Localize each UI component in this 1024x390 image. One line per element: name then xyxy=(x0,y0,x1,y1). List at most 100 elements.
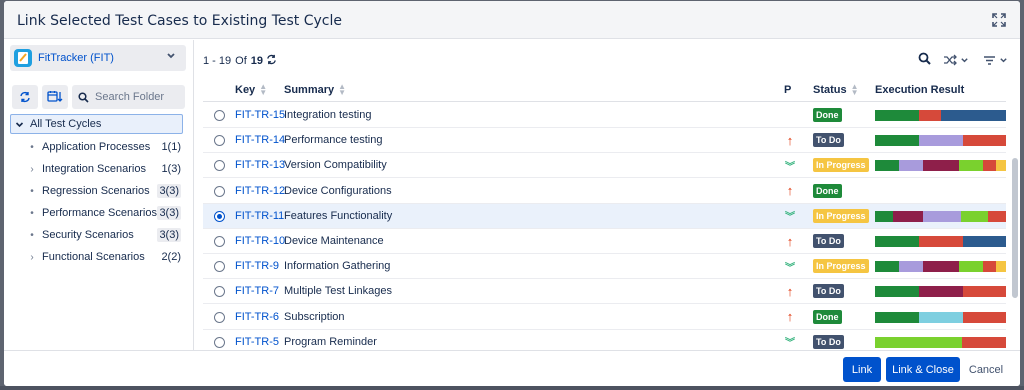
shuffle-columns-button[interactable] xyxy=(943,54,969,66)
row-key-link[interactable]: FIT-TR-11 xyxy=(235,210,284,222)
row-radio[interactable] xyxy=(214,110,225,121)
row-radio[interactable] xyxy=(214,236,225,247)
status-badge: In Progress xyxy=(813,158,869,173)
tree-item[interactable]: • Application Processes 1(1) xyxy=(26,137,181,157)
scrollbar-thumb[interactable] xyxy=(1012,158,1018,298)
priority-low-icon: ︾ xyxy=(785,212,795,224)
link-close-button[interactable]: Link & Close xyxy=(886,357,960,382)
table-row[interactable]: FIT-TR-13 Version Compatibility ︾ In Progre… xyxy=(203,153,1006,179)
table-scrollbar[interactable] xyxy=(1012,78,1018,350)
project-icon xyxy=(14,49,32,67)
refresh-icon xyxy=(20,91,30,103)
status-badge: To Do xyxy=(813,334,844,349)
tree-item[interactable]: • Security Scenarios 3(3) xyxy=(26,225,181,245)
refresh-folders-button[interactable] xyxy=(12,85,38,109)
chevron-right-icon[interactable]: › xyxy=(26,252,38,263)
execution-segment xyxy=(898,160,923,172)
tree-item[interactable]: › Integration Scenarios 1(3) xyxy=(26,159,181,179)
tree-item[interactable]: • Regression Scenarios 3(3) xyxy=(26,181,181,201)
row-key-link[interactable]: FIT-TR-5 xyxy=(235,336,279,348)
table-row[interactable]: FIT-TR-9 Information Gathering ︾ In Progres… xyxy=(203,254,1006,280)
row-key-link[interactable]: FIT-TR-7 xyxy=(235,285,279,297)
column-execution-result[interactable]: Execution Result xyxy=(875,84,964,96)
row-key-link[interactable]: FIT-TR-12 xyxy=(235,185,285,197)
table-row[interactable]: FIT-TR-15 Integration testing Done xyxy=(203,103,1006,128)
search-icon[interactable] xyxy=(918,52,931,68)
column-key[interactable]: Key ▲ ▼ xyxy=(235,83,267,97)
execution-result-bar xyxy=(875,110,1006,121)
row-summary: Subscription xyxy=(284,310,345,323)
tree-item-count: 3(3) xyxy=(157,206,181,220)
table-row[interactable]: FIT-TR-14 Performance testing ↑ To Do xyxy=(203,128,1006,154)
search-folder-field[interactable] xyxy=(72,85,185,109)
tree-item[interactable]: • Performance Scenarios 3(3) xyxy=(26,203,181,223)
bullet-icon: • xyxy=(30,207,34,219)
row-radio[interactable] xyxy=(214,336,225,348)
tree-item-label: Security Scenarios xyxy=(42,229,134,241)
execution-segment xyxy=(918,236,964,247)
link-button[interactable]: Link xyxy=(843,357,881,382)
column-priority[interactable]: P xyxy=(784,84,791,96)
row-radio[interactable] xyxy=(214,311,225,323)
status-badge: Done xyxy=(813,183,842,198)
row-radio[interactable] xyxy=(214,286,225,298)
execution-segment xyxy=(960,210,989,222)
tree-item-count: 3(3) xyxy=(157,228,181,242)
execution-segment xyxy=(875,286,919,298)
execution-segment xyxy=(898,261,923,273)
execution-result-bar xyxy=(875,210,1006,222)
calendar-sort-button[interactable] xyxy=(42,85,68,109)
table-row[interactable]: FIT-TR-12 Device Configurations ↑ Done xyxy=(203,179,1006,204)
row-key-link[interactable]: FIT-TR-15 xyxy=(235,109,285,121)
row-key-link[interactable]: FIT-TR-10 xyxy=(235,235,285,247)
background-strip xyxy=(0,386,1024,390)
execution-segment xyxy=(983,160,997,172)
column-status[interactable]: Status ▲ ▼ xyxy=(813,83,859,97)
tree-item-count: 3(3) xyxy=(157,184,181,198)
tree-item-count: 2(2) xyxy=(161,251,181,263)
execution-segment xyxy=(922,210,961,222)
row-key-link[interactable]: FIT-TR-9 xyxy=(235,260,279,272)
execution-segment xyxy=(988,210,1006,222)
row-key-link[interactable]: FIT-TR-14 xyxy=(235,134,285,146)
row-radio[interactable] xyxy=(214,261,225,273)
column-key-label: Key xyxy=(235,84,256,96)
table-row[interactable]: FIT-TR-10 Device Maintenance ↑ To Do xyxy=(203,229,1006,254)
row-radio[interactable] xyxy=(214,135,225,147)
execution-segment xyxy=(875,110,919,121)
table-row[interactable]: FIT-TR-11 Features Functionality ︾ In Progr… xyxy=(203,203,1006,229)
row-radio[interactable] xyxy=(214,185,225,197)
expand-icon[interactable] xyxy=(990,11,1008,29)
chevron-right-icon[interactable]: › xyxy=(26,164,38,175)
column-execution-label: Execution Result xyxy=(875,84,965,96)
row-radio[interactable] xyxy=(214,210,225,222)
row-key-link[interactable]: FIT-TR-6 xyxy=(235,311,279,323)
tree-root-all-test-cycles[interactable]: All Test Cycles xyxy=(10,114,183,134)
search-folder-input[interactable] xyxy=(95,91,181,103)
table-row[interactable]: FIT-TR-6 Subscription ↑ Done xyxy=(203,305,1006,330)
table-row[interactable]: FIT-TR-7 Multiple Test Linkages ↑ To Do xyxy=(203,279,1006,305)
chevron-down-icon xyxy=(15,121,24,127)
table-header: Key ▲ ▼ Summary ▲ ▼ P Status ▲ ▼ Execution … xyxy=(203,78,1006,102)
table-row[interactable]: FIT-TR-5 Program Reminder ︾ To Do xyxy=(203,330,1006,350)
bullet-icon: • xyxy=(30,229,34,241)
cancel-button[interactable]: Cancel xyxy=(966,357,1006,382)
tree-item-label: Integration Scenarios xyxy=(42,163,146,175)
column-summary-label: Summary xyxy=(284,84,335,96)
row-key-link[interactable]: FIT-TR-13 xyxy=(235,159,285,171)
dialog-header: Link Selected Test Cases to Existing Tes… xyxy=(4,1,1020,39)
tree-item[interactable]: › Functional Scenarios 2(2) xyxy=(26,247,181,267)
refresh-icon[interactable] xyxy=(266,54,277,68)
priority-high-icon: ↑ xyxy=(786,132,794,148)
execution-segment xyxy=(875,311,919,323)
execution-segment xyxy=(963,135,1006,147)
column-summary[interactable]: Summary ▲ ▼ xyxy=(284,83,346,97)
project-selector[interactable]: FitTracker (FIT) xyxy=(10,45,186,71)
status-badge: To Do xyxy=(813,234,844,248)
filter-button[interactable] xyxy=(983,55,1008,66)
chevron-down-icon xyxy=(166,51,176,64)
priority-low-icon: ︾ xyxy=(785,161,795,173)
row-radio[interactable] xyxy=(214,160,225,172)
priority-low-icon: ︾ xyxy=(785,338,795,350)
tree-item-count: 1(1) xyxy=(161,141,181,153)
